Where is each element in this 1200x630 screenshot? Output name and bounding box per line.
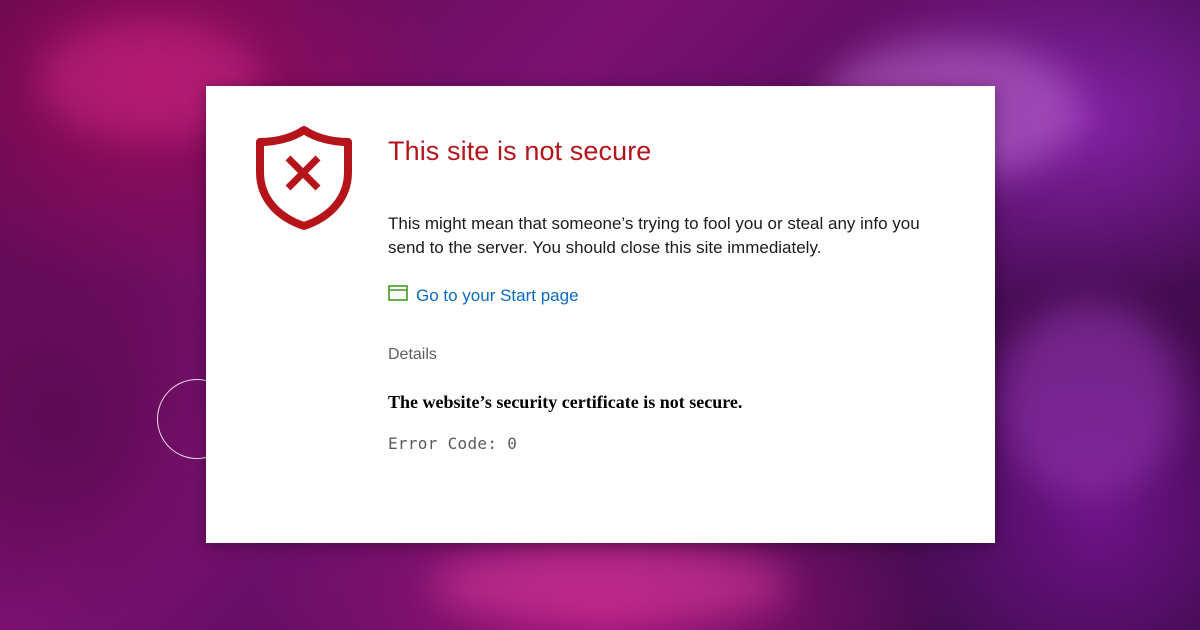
certificate-message: The website’s security certificate is no… — [388, 392, 743, 412]
error-code: Error Code: 0 — [388, 434, 518, 453]
page-title: This site is not secure — [388, 136, 652, 166]
security-warning-card: This site is not secure This might mean … — [206, 86, 995, 543]
browser-window-icon — [388, 285, 416, 306]
start-link-label: Go to your Start page — [416, 285, 579, 305]
go-to-start-page-link[interactable]: Go to your Start page — [388, 285, 579, 306]
background-wisp — [1000, 300, 1180, 500]
shield-x-icon — [254, 126, 354, 230]
warning-description: This might mean that someone’s trying to… — [388, 214, 920, 257]
details-toggle[interactable]: Details — [388, 346, 437, 364]
background-wisp — [430, 545, 790, 625]
